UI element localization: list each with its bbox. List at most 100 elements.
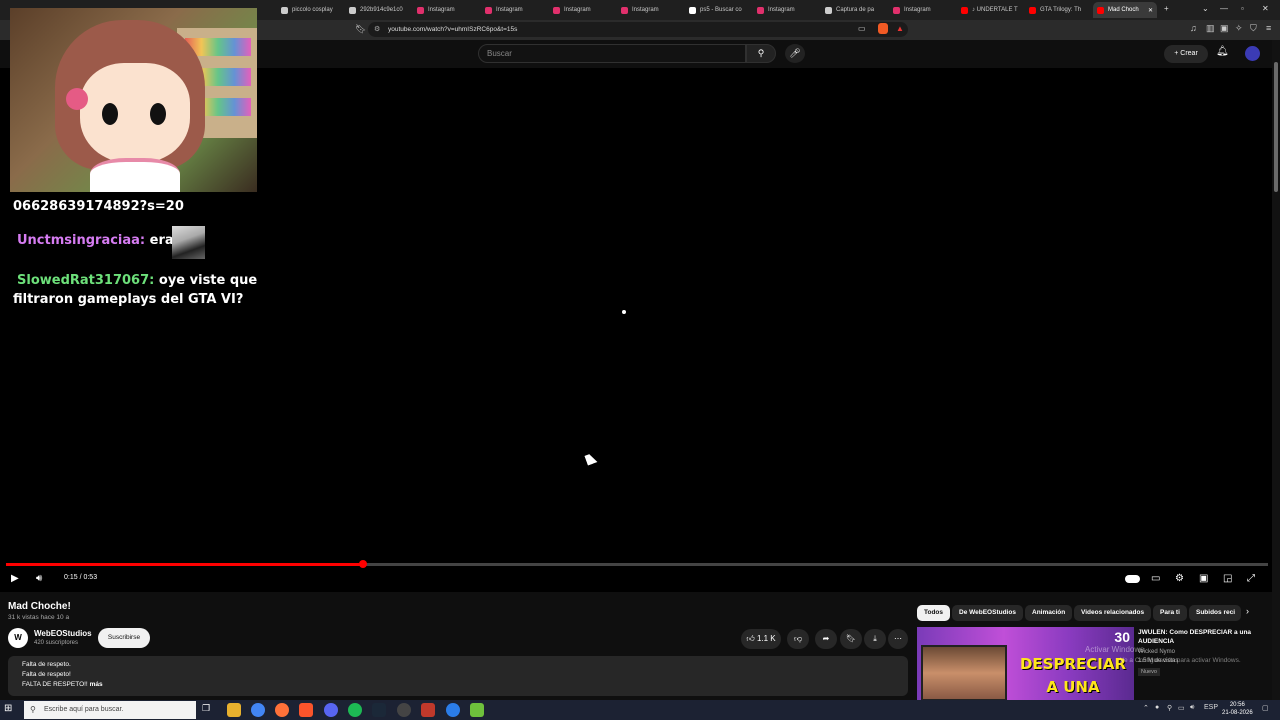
menu-icon[interactable]: ≡ bbox=[1266, 23, 1271, 33]
tab-label: Instagram bbox=[428, 7, 455, 13]
browser-tab[interactable]: Instagram bbox=[753, 2, 815, 18]
chevron-down-icon[interactable]: ⌄ bbox=[1202, 4, 1209, 13]
volume-icon[interactable]: 🔊︎ bbox=[1190, 704, 1194, 712]
loading-indicator bbox=[622, 310, 626, 314]
cast-icon[interactable]: ▭ bbox=[858, 24, 866, 33]
url-input[interactable]: ⚙ youtube.com/watch?v=uhmISzRC6po&t=15s bbox=[368, 22, 908, 37]
tray-chevron-icon[interactable]: ⌃ bbox=[1143, 704, 1149, 712]
filter-chip[interactable]: Subidos reci bbox=[1189, 605, 1241, 621]
more-actions-button[interactable]: ⋯ bbox=[888, 629, 908, 649]
miniplayer-icon[interactable]: ▣ bbox=[1199, 573, 1208, 584]
browser-tab[interactable]: Instagram bbox=[481, 2, 543, 18]
browser-tab[interactable]: Mad Choch ✕ bbox=[1093, 2, 1157, 18]
steam-icon[interactable] bbox=[372, 703, 386, 717]
dislike-button[interactable]: 👎︎ bbox=[787, 629, 809, 649]
url-text: youtube.com/watch?v=uhmISzRC6po&t=15s bbox=[388, 26, 518, 33]
avatar-collar bbox=[90, 158, 180, 192]
description-box[interactable]: Falta de respeto. Falta de respeto! FALT… bbox=[8, 656, 908, 696]
browser-tab[interactable]: Instagram bbox=[617, 2, 679, 18]
taskbar-search-input[interactable]: ⚲ Escribe aquí para buscar. bbox=[24, 701, 196, 719]
filter-chip[interactable]: De WebEOStudios bbox=[952, 605, 1023, 621]
spotify-icon[interactable] bbox=[348, 703, 362, 717]
fullscreen-icon[interactable]: ⤢ bbox=[1247, 573, 1255, 584]
browser-tab[interactable]: Instagram bbox=[413, 2, 475, 18]
download-button[interactable]: ⤓ bbox=[864, 629, 886, 649]
new-tab-icon[interactable]: + bbox=[1164, 4, 1169, 13]
progress-scrubber[interactable] bbox=[359, 560, 367, 568]
filter-chip[interactable]: Para ti bbox=[1153, 605, 1187, 621]
taskbar-clock[interactable]: 20:56 21-08-2026 bbox=[1222, 701, 1253, 717]
rewards-icon[interactable]: ▲ bbox=[896, 24, 904, 33]
tab-favicon-icon bbox=[1097, 6, 1104, 14]
subscribe-button[interactable]: Suscribirse bbox=[98, 628, 150, 648]
browser-tab[interactable]: 292b914c9e1c0 bbox=[345, 2, 407, 18]
autoplay-toggle[interactable] bbox=[1125, 575, 1140, 583]
browser-tab[interactable]: Captura de pa bbox=[821, 2, 883, 18]
volume-icon[interactable]: 🔊︎ bbox=[36, 573, 42, 584]
brave-shield-icon[interactable] bbox=[878, 23, 888, 34]
notifications-icon[interactable]: ▢ bbox=[1262, 704, 1269, 712]
create-button[interactable]: + Crear bbox=[1164, 45, 1208, 63]
extension-icon[interactable]: ✧ bbox=[1235, 23, 1243, 34]
voice-search-button[interactable]: 🎤︎ bbox=[785, 44, 805, 63]
subtitles-icon[interactable]: ▭ bbox=[1151, 573, 1160, 584]
tab-label: 292b914c9e1c0 bbox=[360, 7, 403, 13]
tab-label: Mad Choch bbox=[1108, 7, 1139, 13]
browser-tab[interactable]: piccolo cosplay bbox=[277, 2, 339, 18]
firefox-icon[interactable] bbox=[275, 703, 289, 717]
network-icon[interactable]: ▭ bbox=[1178, 704, 1185, 712]
tab-label: Instagram bbox=[564, 7, 591, 13]
filter-chip[interactable]: Animación bbox=[1025, 605, 1073, 621]
browser-tab[interactable]: ♪ UNDERTALE T bbox=[957, 2, 1019, 18]
brave-icon[interactable] bbox=[299, 703, 313, 717]
music-icon[interactable]: ♫ bbox=[1190, 23, 1197, 33]
cast-icon[interactable]: ◲ bbox=[1223, 573, 1232, 584]
browser-tab[interactable]: Instagram bbox=[549, 2, 611, 18]
vpn-icon[interactable]: ⛉ bbox=[1250, 23, 1257, 34]
channel-avatar[interactable]: W bbox=[8, 628, 28, 648]
settings-gear-icon[interactable]: ⚙ bbox=[1175, 573, 1184, 584]
chevron-right-icon[interactable]: › bbox=[1246, 606, 1249, 616]
clock-date: 21-08-2026 bbox=[1222, 710, 1253, 716]
tab-close-icon[interactable]: ✕ bbox=[1148, 7, 1157, 14]
wallet-icon[interactable]: ▣ bbox=[1220, 23, 1229, 34]
save-button[interactable]: 🔖︎ bbox=[840, 629, 862, 649]
bookmark-icon[interactable]: 🔖︎ bbox=[355, 24, 366, 35]
app-icon[interactable] bbox=[421, 703, 435, 717]
sidebar-icon[interactable]: ▥ bbox=[1206, 23, 1215, 34]
task-view-icon[interactable]: ❐ bbox=[202, 703, 216, 717]
tray-app-icon[interactable]: ⚲ bbox=[1167, 704, 1172, 712]
channel-name[interactable]: WebEOStudios bbox=[34, 629, 92, 638]
language-indicator[interactable]: ESP bbox=[1204, 704, 1218, 711]
user-avatar[interactable] bbox=[1245, 46, 1260, 61]
taskbar-search-placeholder: Escribe aquí para buscar. bbox=[44, 706, 124, 713]
windows-start-icon[interactable]: ⊞ bbox=[4, 703, 12, 714]
close-icon[interactable]: ✕ bbox=[1262, 4, 1269, 13]
site-info-icon[interactable]: ⚙ bbox=[374, 22, 380, 37]
app-icon[interactable] bbox=[446, 703, 460, 717]
browser-tab[interactable]: GTA Trilogy: Th bbox=[1025, 2, 1087, 18]
minimize-icon[interactable]: — bbox=[1220, 4, 1228, 13]
filter-chip[interactable]: Todos bbox=[917, 605, 951, 621]
related-video-title[interactable]: JWULEN: Como DESPRECIAR a una AUDIENCIA bbox=[1138, 628, 1268, 646]
filter-chip[interactable]: Videos relacionados bbox=[1074, 605, 1152, 621]
tray-app-icon[interactable]: ● bbox=[1155, 704, 1159, 711]
video-title: Mad Choche! bbox=[8, 601, 71, 612]
file-explorer-icon[interactable] bbox=[227, 703, 241, 717]
restore-icon[interactable]: ▫ bbox=[1241, 4, 1244, 13]
app-icon[interactable] bbox=[470, 703, 484, 717]
browser-tab[interactable]: ps5 - Buscar co bbox=[685, 2, 747, 18]
share-button[interactable]: ➦ bbox=[815, 629, 837, 649]
notifications-bell-icon[interactable]: 🔔︎ bbox=[1216, 46, 1229, 57]
related-video-thumbnail[interactable]: DESPRECIAR A UNA 30 bbox=[917, 627, 1134, 700]
scrollbar-thumb[interactable] bbox=[1274, 62, 1278, 192]
obs-icon[interactable] bbox=[397, 703, 411, 717]
browser-tab[interactable]: Instagram bbox=[889, 2, 951, 18]
like-button[interactable]: 👍︎ 1.1 K bbox=[741, 629, 781, 649]
play-icon[interactable]: ▶ bbox=[11, 573, 19, 584]
chrome-icon[interactable] bbox=[251, 703, 265, 717]
discord-icon[interactable] bbox=[324, 703, 338, 717]
search-input[interactable]: Buscar bbox=[478, 44, 746, 63]
search-button[interactable]: ⚲ bbox=[746, 44, 776, 63]
show-more-link[interactable]: más bbox=[90, 681, 103, 688]
